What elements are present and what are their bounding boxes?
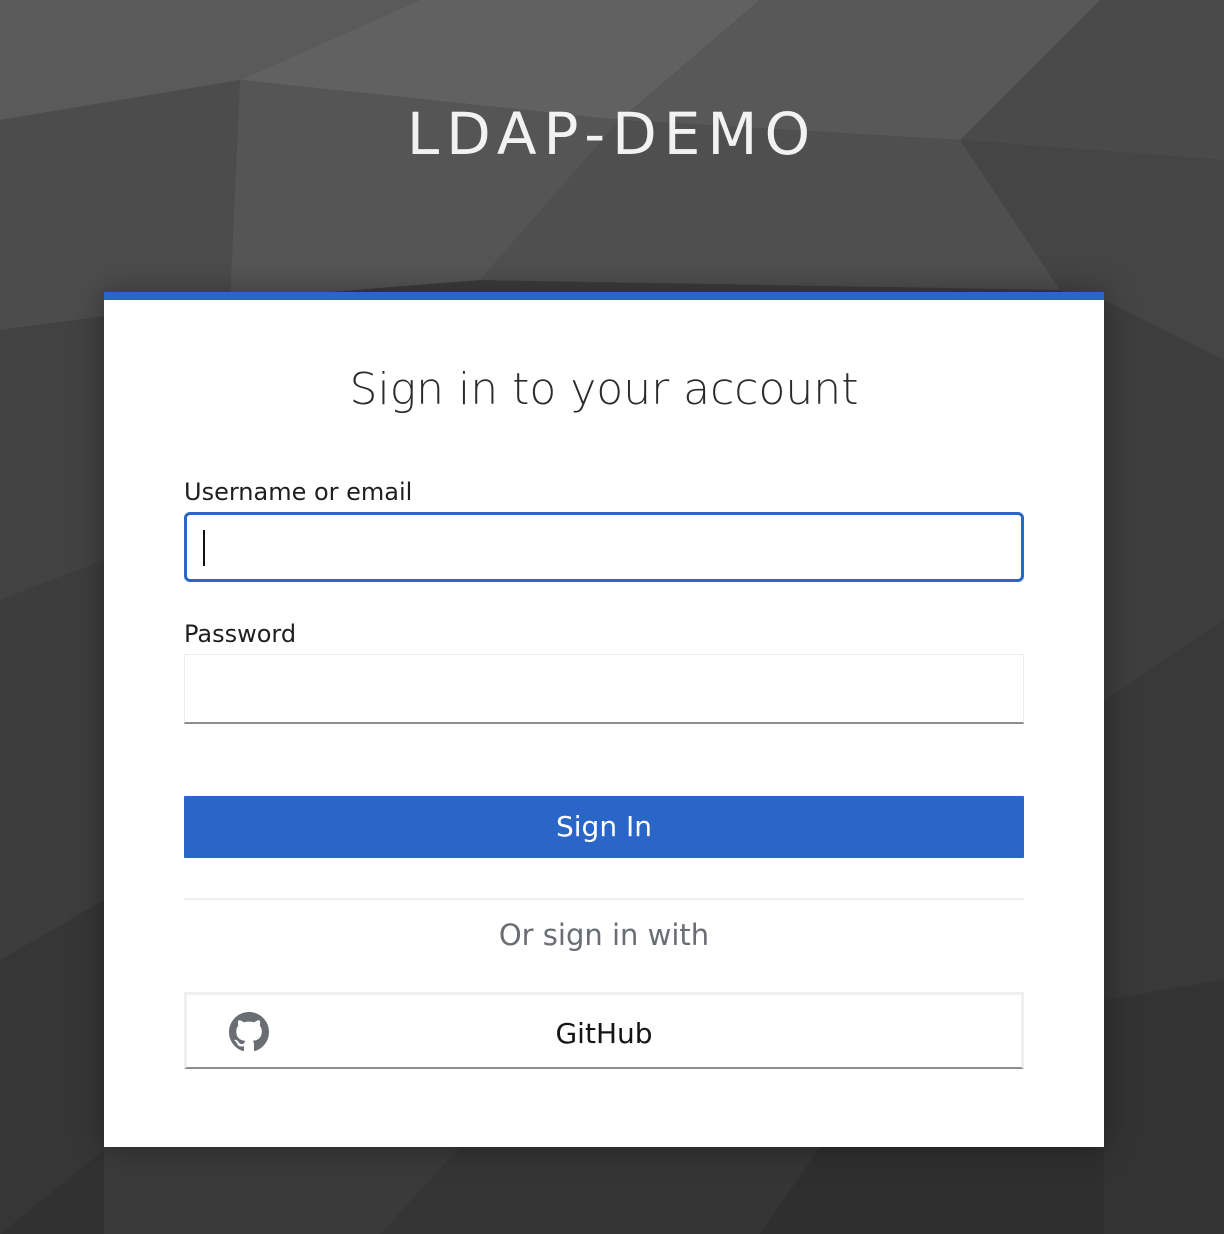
page-title: Sign in to your account	[349, 364, 859, 415]
github-login-label: GitHub	[555, 1017, 653, 1050]
divider	[184, 898, 1024, 900]
username-input[interactable]	[184, 512, 1024, 582]
username-label: Username or email	[184, 478, 413, 506]
alternative-login-text: Or sign in with	[498, 918, 710, 952]
password-input[interactable]	[184, 654, 1024, 724]
login-card: Sign in to your account Username or emai…	[104, 292, 1104, 1147]
realm-title: LDAP-DEMO	[406, 100, 818, 168]
password-label: Password	[184, 620, 297, 648]
github-login-button[interactable]: GitHub	[184, 992, 1024, 1069]
sign-in-button[interactable]: Sign In	[184, 796, 1024, 858]
text-caret	[203, 530, 205, 566]
